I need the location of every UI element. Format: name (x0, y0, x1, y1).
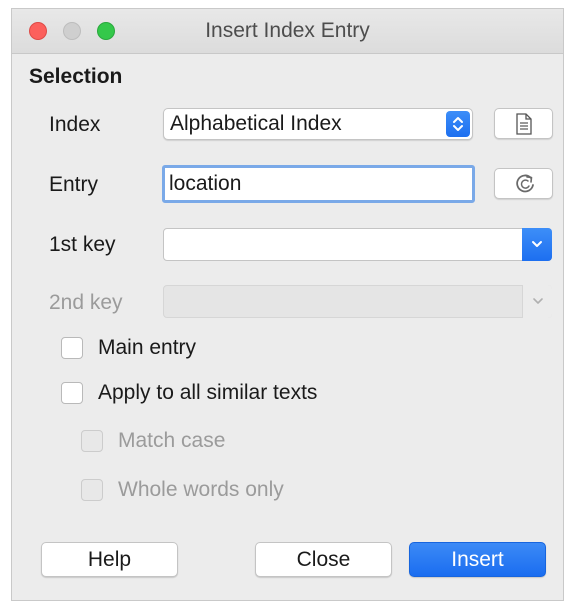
update-entry-button[interactable] (494, 168, 553, 199)
apply-all-label: Apply to all similar texts (98, 381, 318, 404)
match-case-checkbox (81, 430, 103, 452)
match-case-label: Match case (118, 429, 226, 452)
insert-button[interactable]: Insert (409, 542, 546, 577)
insert-index-entry-dialog: Insert Index Entry Selection Index Alpha… (11, 8, 564, 601)
up-down-arrows-icon (446, 111, 470, 137)
first-key-dropdown-button[interactable] (522, 228, 552, 261)
main-entry-label: Main entry (98, 336, 197, 359)
second-key-combobox (163, 285, 552, 318)
whole-words-checkbox (81, 479, 103, 501)
second-key-label: 2nd key (49, 291, 123, 314)
new-index-button[interactable] (494, 108, 553, 139)
second-key-dropdown-button (522, 285, 552, 318)
first-key-label: 1st key (49, 233, 116, 256)
first-key-combobox[interactable] (163, 228, 552, 261)
apply-all-checkbox[interactable] (61, 382, 83, 404)
title-bar: Insert Index Entry (12, 9, 563, 54)
entry-label: Entry (49, 173, 99, 196)
close-button[interactable]: Close (255, 542, 392, 577)
main-entry-checkbox[interactable] (61, 337, 83, 359)
document-icon (516, 113, 532, 135)
chevron-down-icon (533, 298, 543, 304)
help-button[interactable]: Help (41, 542, 178, 577)
index-select[interactable]: Alphabetical Index (163, 108, 473, 140)
selection-heading: Selection (29, 65, 123, 88)
window-title: Insert Index Entry (205, 19, 370, 42)
close-window-button[interactable] (29, 22, 47, 40)
whole-words-label: Whole words only (118, 478, 284, 501)
chevron-down-icon (532, 241, 542, 247)
minimize-window-button[interactable] (63, 22, 81, 40)
update-icon (516, 174, 534, 193)
entry-input[interactable] (169, 170, 465, 198)
entry-field[interactable] (162, 165, 475, 203)
index-label: Index (49, 113, 101, 136)
index-select-value: Alphabetical Index (170, 112, 342, 135)
maximize-window-button[interactable] (97, 22, 115, 40)
